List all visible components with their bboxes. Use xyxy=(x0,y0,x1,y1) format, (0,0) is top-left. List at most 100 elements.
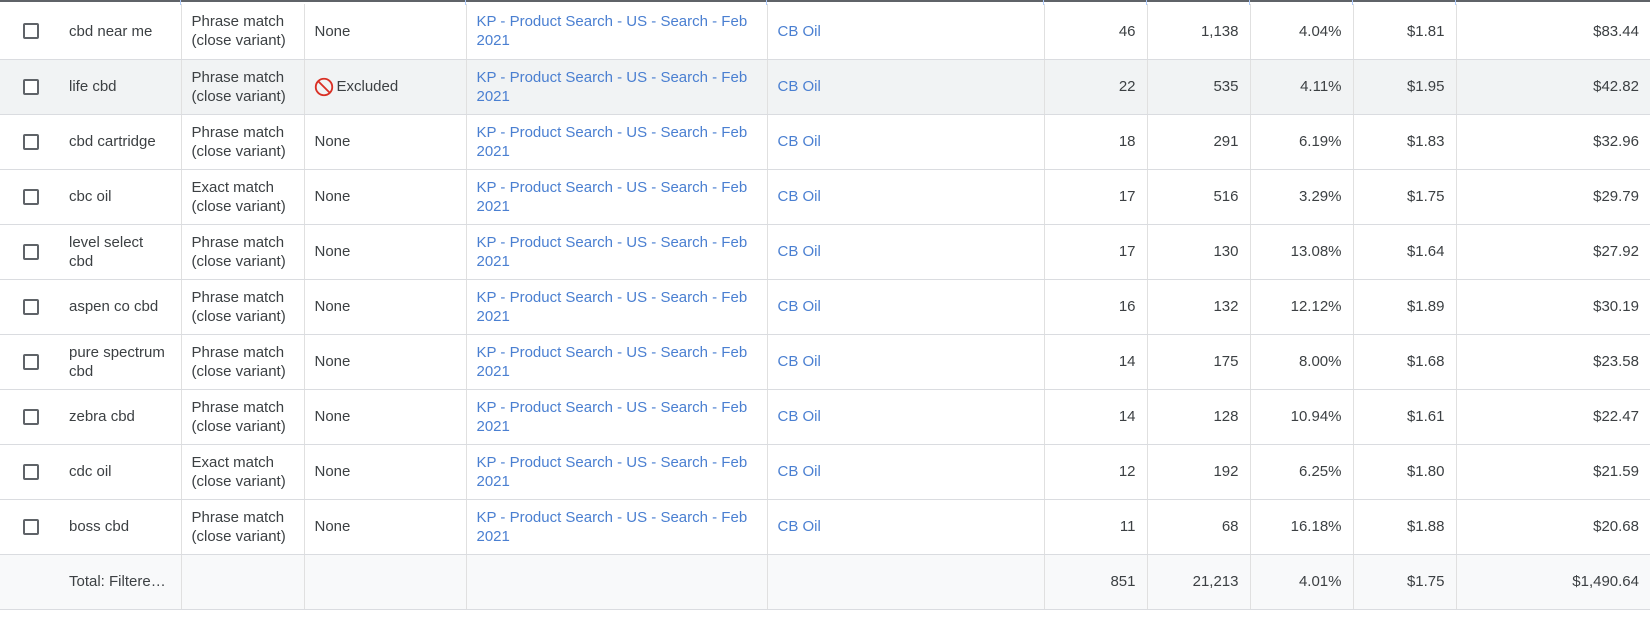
match-type-cell: Phrase match (close variant) xyxy=(181,4,305,60)
match-type: Phrase match (close variant) xyxy=(191,68,286,105)
match-type-cell: Phrase match (close variant) xyxy=(181,499,305,555)
status-label: None xyxy=(314,408,351,425)
cost-cell: $32.96 xyxy=(1456,114,1650,170)
row-checkbox[interactable] xyxy=(23,518,39,535)
table-row: cbd cartridge Phrase match (close varian… xyxy=(0,114,1650,170)
campaign-link[interactable]: KP - Product Search - US - Search - Feb … xyxy=(477,399,748,435)
ad-group-link[interactable]: CB Oil xyxy=(778,188,821,205)
avg-cpc-cell: $1.83 xyxy=(1353,114,1457,170)
campaign-cell: KP - Product Search - US - Search - Feb … xyxy=(466,279,768,335)
row-select-cell xyxy=(0,279,58,335)
ad-group-link[interactable]: CB Oil xyxy=(778,518,821,535)
added-excluded-status: None xyxy=(315,23,351,40)
search-term-cell: pure spectrum cbd xyxy=(58,334,182,390)
row-checkbox[interactable] xyxy=(23,463,39,480)
ctr-cell: 13.08% xyxy=(1250,224,1354,280)
clicks-cell: 12 xyxy=(1044,444,1148,500)
clicks-cell: 46 xyxy=(1044,4,1148,60)
ad-group-link[interactable]: CB Oil xyxy=(778,243,821,260)
added-excluded-cell: None xyxy=(304,444,467,500)
campaign-link[interactable]: KP - Product Search - US - Search - Feb … xyxy=(477,234,748,270)
total-row: Total: Filtered ... 851 21,213 4.01% $1.… xyxy=(0,554,1650,610)
clicks-cell: 14 xyxy=(1044,389,1148,445)
match-type-cell: Phrase match (close variant) xyxy=(181,224,305,280)
campaign-link[interactable]: KP - Product Search - US - Search - Feb … xyxy=(477,69,748,105)
total-empty-cell xyxy=(181,554,305,610)
total-empty-cell xyxy=(466,554,768,610)
row-select-cell xyxy=(0,114,58,170)
row-checkbox[interactable] xyxy=(23,243,39,260)
clicks-cell: 11 xyxy=(1044,499,1148,555)
search-term-cell: cdc oil xyxy=(58,444,182,500)
clicks-cell: 16 xyxy=(1044,279,1148,335)
table-body: cbd near me Phrase match (close variant)… xyxy=(0,4,1650,610)
campaign-link[interactable]: KP - Product Search - US - Search - Feb … xyxy=(477,179,748,215)
row-checkbox[interactable] xyxy=(23,188,39,205)
cost-cell: $21.59 xyxy=(1456,444,1650,500)
avg-cpc-cell: $1.88 xyxy=(1353,499,1457,555)
campaign-link[interactable]: KP - Product Search - US - Search - Feb … xyxy=(477,454,748,490)
match-type-cell: Phrase match (close variant) xyxy=(181,114,305,170)
campaign-cell: KP - Product Search - US - Search - Feb … xyxy=(466,59,768,115)
avg-cpc-cell: $1.95 xyxy=(1353,59,1457,115)
status-label: None xyxy=(314,518,351,535)
total-cost: $1,490.64 xyxy=(1456,554,1650,610)
impressions-cell: 128 xyxy=(1147,389,1251,445)
campaign-cell: KP - Product Search - US - Search - Feb … xyxy=(466,224,768,280)
row-checkbox[interactable] xyxy=(23,78,39,95)
row-checkbox[interactable] xyxy=(23,353,39,370)
row-checkbox[interactable] xyxy=(23,298,39,315)
ad-group-link[interactable]: CB Oil xyxy=(778,78,821,95)
ad-group-link[interactable]: CB Oil xyxy=(778,408,821,425)
search-term-cell: aspen co cbd xyxy=(58,279,182,335)
campaign-link[interactable]: KP - Product Search - US - Search - Feb … xyxy=(477,289,748,325)
row-checkbox[interactable] xyxy=(23,408,39,425)
status-label: None xyxy=(314,463,351,480)
added-excluded-status: None xyxy=(315,243,351,260)
search-term: cdc oil xyxy=(69,463,112,480)
added-excluded-cell: None xyxy=(304,169,467,225)
row-select-cell xyxy=(0,444,58,500)
ad-group-link[interactable]: CB Oil xyxy=(778,298,821,315)
ban-icon xyxy=(314,77,333,96)
added-excluded-cell: None xyxy=(304,389,467,445)
campaign-cell: KP - Product Search - US - Search - Feb … xyxy=(466,334,768,390)
row-checkbox[interactable] xyxy=(23,133,39,150)
ad-group-link[interactable]: CB Oil xyxy=(778,133,821,150)
status-label: None xyxy=(314,243,351,260)
ctr-cell: 4.11% xyxy=(1250,59,1354,115)
match-type-cell: Phrase match (close variant) xyxy=(181,389,305,445)
row-select-cell xyxy=(0,499,58,555)
impressions-cell: 535 xyxy=(1147,59,1251,115)
campaign-link[interactable]: KP - Product Search - US - Search - Feb … xyxy=(477,509,748,545)
match-type-cell: Phrase match (close variant) xyxy=(181,334,305,390)
cost-cell: $42.82 xyxy=(1456,59,1650,115)
added-excluded-status: None xyxy=(315,133,351,150)
impressions-cell: 291 xyxy=(1147,114,1251,170)
status-label: None xyxy=(314,188,351,205)
ad-group-link[interactable]: CB Oil xyxy=(778,23,821,40)
table-row: aspen co cbd Phrase match (close variant… xyxy=(0,279,1650,335)
avg-cpc-cell: $1.61 xyxy=(1353,389,1457,445)
campaign-link[interactable]: KP - Product Search - US - Search - Feb … xyxy=(477,344,748,380)
table-row: life cbd Phrase match (close variant) Ex… xyxy=(0,59,1650,115)
ctr-cell: 4.04% xyxy=(1250,4,1354,60)
cost-cell: $29.79 xyxy=(1456,169,1650,225)
campaign-link[interactable]: KP - Product Search - US - Search - Feb … xyxy=(477,124,748,160)
campaign-link[interactable]: KP - Product Search - US - Search - Feb … xyxy=(477,13,748,49)
ctr-cell: 3.29% xyxy=(1250,169,1354,225)
ad-group-link[interactable]: CB Oil xyxy=(778,463,821,480)
ad-group-cell: CB Oil xyxy=(767,389,1045,445)
row-checkbox[interactable] xyxy=(23,23,39,40)
header-bottom-border xyxy=(0,0,1650,2)
clicks-cell: 22 xyxy=(1044,59,1148,115)
avg-cpc-cell: $1.64 xyxy=(1353,224,1457,280)
match-type: Phrase match (close variant) xyxy=(191,123,286,160)
search-term-cell: boss cbd xyxy=(58,499,182,555)
ad-group-link[interactable]: CB Oil xyxy=(778,353,821,370)
table-row: boss cbd Phrase match (close variant) No… xyxy=(0,499,1650,555)
table-row: cbc oil Exact match (close variant) None… xyxy=(0,169,1650,225)
impressions-cell: 1,138 xyxy=(1147,4,1251,60)
impressions-cell: 192 xyxy=(1147,444,1251,500)
table-row: cdc oil Exact match (close variant) None… xyxy=(0,444,1650,500)
